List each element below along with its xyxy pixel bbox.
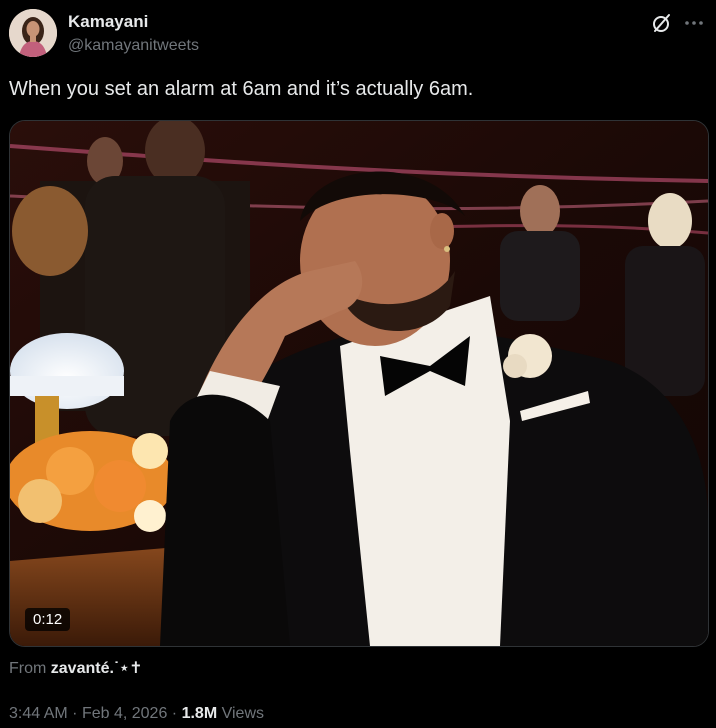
views-count: 1.8M	[181, 705, 218, 722]
source-account-link[interactable]: zavanté.˙⋆✝	[51, 660, 143, 677]
views-label: Views	[221, 705, 264, 722]
grok-icon[interactable]	[650, 11, 674, 35]
profile-photo-icon	[9, 9, 57, 57]
source-attribution: From zavanté.˙⋆✝	[9, 658, 143, 678]
user-handle[interactable]: @kamayanitweets	[68, 37, 199, 55]
tweet-date-link[interactable]: Feb 4, 2026	[82, 705, 167, 722]
tweet-meta: 3:44 AM · Feb 4, 2026 · 1.8M Views	[9, 705, 264, 723]
meta-separator: ·	[171, 705, 178, 722]
video-player[interactable]: 0:12	[9, 120, 709, 647]
more-options-icon[interactable]	[682, 11, 706, 35]
video-thumbnail	[10, 121, 708, 646]
source-prefix: From	[9, 660, 47, 677]
tweet-card: Kamayani @kamayanitweets When you set an…	[0, 0, 716, 728]
tweet-header: Kamayani @kamayanitweets	[9, 9, 706, 59]
tweet-time-link[interactable]: 3:44 AM	[9, 705, 68, 722]
display-name[interactable]: Kamayani	[68, 12, 148, 32]
meta-separator: ·	[72, 705, 78, 722]
tweet-text: When you set an alarm at 6am and it’s ac…	[9, 78, 474, 100]
video-duration-badge: 0:12	[25, 608, 71, 631]
avatar[interactable]	[9, 9, 57, 57]
